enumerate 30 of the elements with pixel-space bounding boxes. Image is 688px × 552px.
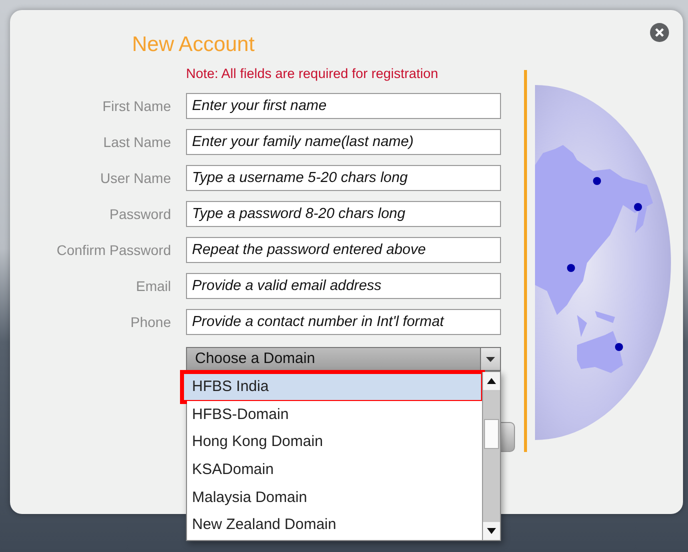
text-field[interactable]: Type a password 8-20 chars long xyxy=(186,201,501,227)
scrollbar-thumb[interactable] xyxy=(484,419,499,449)
text-field[interactable]: Enter your family name(last name) xyxy=(186,129,501,155)
field-label: Confirm Password xyxy=(56,242,171,258)
up-arrow-icon xyxy=(487,378,496,384)
text-field[interactable]: Enter your first name xyxy=(186,93,501,119)
location-dot xyxy=(634,203,642,211)
dropdown-option[interactable]: HFBS India xyxy=(183,373,482,401)
location-dot xyxy=(615,343,623,351)
domain-select[interactable]: Choose a Domain xyxy=(186,347,501,371)
caret-icon xyxy=(486,356,495,362)
close-icon xyxy=(655,28,664,37)
dropdown-option[interactable]: HFBS-Domain xyxy=(187,400,482,428)
field-label: Password xyxy=(110,206,171,222)
text-field[interactable]: Type a username 5-20 chars long xyxy=(186,165,501,191)
field-label: Last Name xyxy=(103,134,171,150)
location-dot xyxy=(593,177,601,185)
text-field[interactable]: Provide a contact number in Int'l format xyxy=(186,309,501,335)
field-label: First Name xyxy=(102,98,171,114)
close-button[interactable] xyxy=(650,23,669,42)
field-label: User Name xyxy=(100,170,171,186)
down-arrow-icon xyxy=(487,528,496,534)
field-label: Phone xyxy=(130,314,171,330)
location-dot xyxy=(567,264,575,272)
text-field[interactable]: Provide a valid email address xyxy=(186,273,501,299)
required-note: Note: All fields are required for registration xyxy=(186,65,440,83)
dialog-title: New Account xyxy=(132,33,256,57)
text-field[interactable]: Repeat the password entered above xyxy=(186,237,501,263)
dropdown-button[interactable] xyxy=(480,348,500,370)
field-label: Email xyxy=(136,278,171,294)
